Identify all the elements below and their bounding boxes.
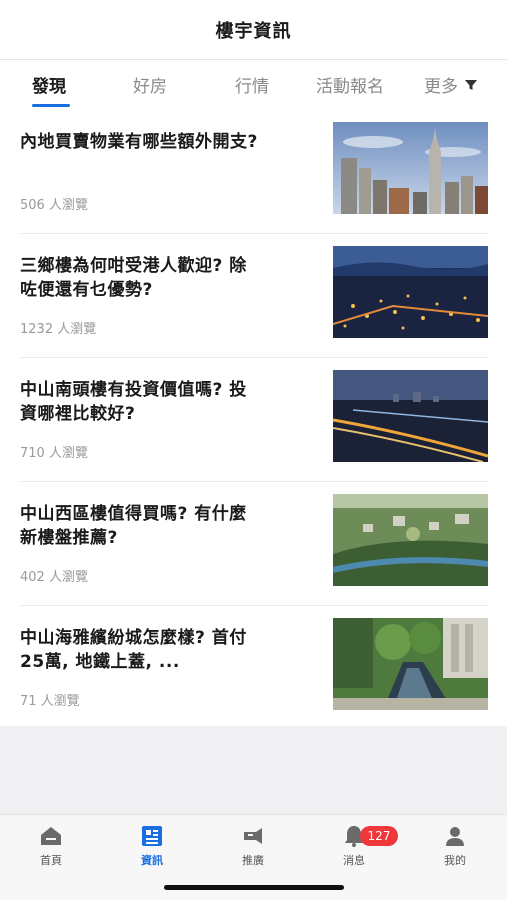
active-tab-indicator: [32, 104, 70, 107]
tab-discover[interactable]: 發現: [32, 72, 66, 97]
tabbar-home-label: 首頁: [40, 854, 62, 867]
article-views: 402 人瀏覽: [20, 570, 88, 585]
unread-count-badge: 127: [360, 826, 398, 846]
person-icon: [446, 827, 464, 846]
article-card[interactable]: 中山海雅繽紛城怎麼樣? 首付25萬, 地鐵上蓋, ... 71 人瀏覽: [20, 606, 488, 730]
article-views: 71 人瀏覽: [20, 694, 80, 709]
tabbar-messages-label: 消息: [343, 854, 365, 867]
tabbar-home[interactable]: 首頁: [21, 823, 81, 868]
tab-good-homes[interactable]: 好房: [133, 72, 167, 97]
night-town-image: [333, 246, 488, 338]
category-tabs: 發現 好房 行情 活動報名 更多: [0, 60, 507, 110]
article-views: 1232 人瀏覽: [20, 322, 97, 337]
promote-icon: [244, 828, 262, 844]
park-aerial-image: [333, 494, 488, 586]
home-icon: [41, 827, 61, 845]
tabbar-news[interactable]: 資訊: [122, 823, 182, 868]
tabbar-profile-label: 我的: [444, 854, 466, 867]
night-bridge-image: [333, 370, 488, 462]
tabbar-news-label: 資訊: [141, 854, 163, 867]
article-card[interactable]: 三鄉樓為何咁受港人歡迎? 除咗便還有乜優勢? 1232 人瀏覽: [20, 234, 488, 358]
home-indicator: [164, 885, 344, 890]
article-title: 內地買賣物業有哪些額外開支?: [20, 132, 258, 152]
article-title: 中山海雅繽紛城怎麼樣? 首付25萬, 地鐵上蓋, ...: [20, 628, 247, 672]
tabbar-profile[interactable]: 我的: [425, 823, 485, 868]
article-title: 中山南頭樓有投資價值嗎? 投資哪裡比較好?: [20, 380, 247, 424]
garden-pool-image: [333, 618, 488, 710]
empty-background: [0, 726, 507, 814]
article-card[interactable]: 中山西區樓值得買嗎? 有什麼新樓盤推薦? 402 人瀏覽: [20, 482, 488, 606]
tabbar-promote-label: 推廣: [242, 854, 264, 867]
tabbar-promote[interactable]: 推廣: [223, 823, 283, 868]
city-skyline-image: [333, 122, 488, 214]
article-card[interactable]: 內地買賣物業有哪些額外開支? 506 人瀏覽: [20, 110, 488, 234]
page-title: 樓宇資訊: [215, 20, 292, 42]
article-list: 內地買賣物業有哪些額外開支? 506 人瀏覽 三鄉樓為何咁受港人歡迎? 除咗便還…: [0, 110, 507, 730]
article-title: 三鄉樓為何咁受港人歡迎? 除咗便還有乜優勢?: [20, 256, 247, 300]
app-header: 樓宇資訊: [0, 0, 507, 60]
tab-event-signup[interactable]: 活動報名: [316, 72, 384, 97]
article-views: 506 人瀏覽: [20, 198, 88, 213]
article-title: 中山西區樓值得買嗎? 有什麼新樓盤推薦?: [20, 504, 247, 548]
tabbar-messages[interactable]: 消息 127: [324, 823, 398, 868]
article-card[interactable]: 中山南頭樓有投資價值嗎? 投資哪裡比較好? 710 人瀏覽: [20, 358, 488, 482]
tab-more[interactable]: 更多: [424, 72, 478, 97]
article-views: 710 人瀏覽: [20, 446, 88, 461]
news-icon: [142, 826, 162, 846]
tab-market[interactable]: 行情: [235, 72, 269, 97]
filter-icon: [465, 79, 477, 90]
tab-more-label: 更多: [424, 77, 458, 97]
